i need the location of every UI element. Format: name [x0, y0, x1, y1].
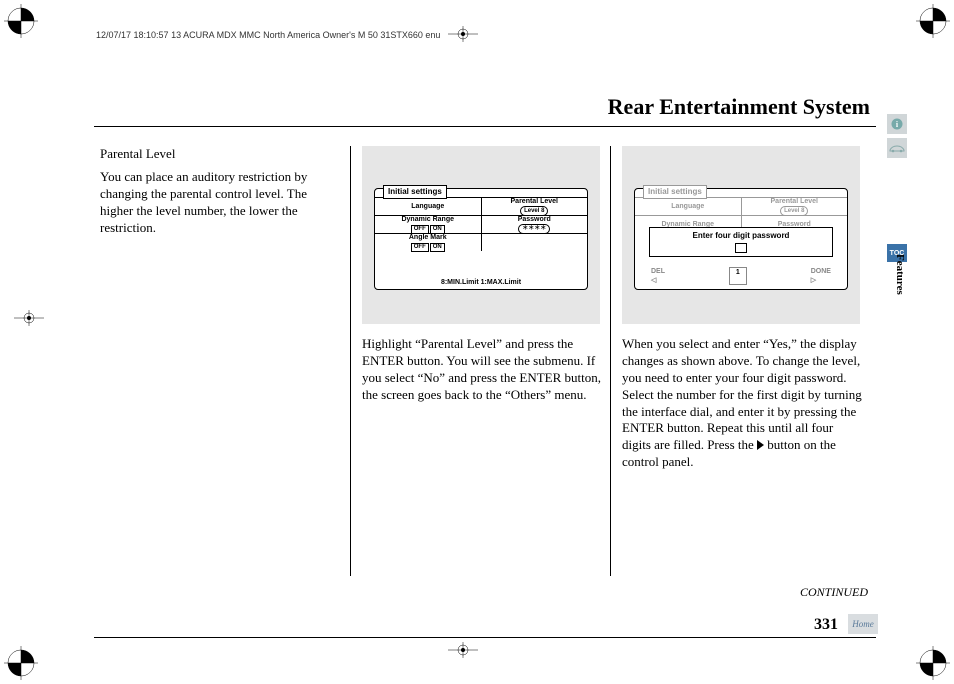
toggle: OFFON: [411, 225, 445, 234]
section-label: Features: [894, 254, 906, 295]
home-tab[interactable]: Home: [848, 614, 878, 634]
parental-level-body: You can place an auditory restriction by…: [100, 169, 340, 237]
print-header: 12/07/17 18:10:57 13 ACURA MDX MMC North…: [96, 30, 440, 40]
cell-parental-label: Parental Level: [771, 197, 818, 206]
column-1: Parental Level You can place an auditory…: [100, 146, 340, 236]
footer-rule: [94, 637, 876, 638]
del-label: DEL◁: [651, 267, 665, 285]
crop-mark-icon: [4, 4, 38, 38]
crop-mark-icon: [916, 4, 950, 38]
cell-language: Language: [635, 198, 742, 215]
column-3: Initial settings Language Parental Level…: [622, 146, 862, 471]
col2-body: Highlight “Parental Level” and press the…: [362, 336, 602, 404]
figure-password-entry: Initial settings Language Parental Level…: [622, 146, 860, 324]
title-rule: [94, 126, 876, 127]
registration-mark-icon: [14, 310, 44, 326]
cell-angle-label: Angle Mark: [409, 233, 447, 242]
page-title: Rear Entertainment System: [608, 94, 870, 120]
cell-dynamic: Dynamic Range OFFON: [375, 216, 482, 233]
col3-body: When you select and enter “Yes,” the dis…: [622, 336, 862, 471]
digit-box: [735, 243, 747, 253]
side-tabs: i TOC: [886, 114, 908, 262]
column-divider: [610, 146, 611, 576]
cell-language: Language: [375, 198, 482, 215]
screen-footer: 8:MIN.Limit 1:MAX.Limit: [375, 278, 587, 287]
num-1: 1: [729, 267, 747, 285]
cell-parental-label: Parental Level: [511, 197, 558, 206]
cell-parental: Parental Level Level 8: [742, 198, 848, 215]
page-number: 331: [814, 616, 838, 634]
cell-dynamic-label: Dynamic Range: [401, 215, 454, 224]
registration-mark-icon: [448, 642, 478, 658]
toggle: OFFON: [411, 243, 445, 252]
play-icon: [757, 440, 764, 450]
stars-pill: ＊＊＊＊: [518, 224, 550, 234]
screen-header: Initial settings: [643, 185, 707, 199]
parental-level-heading: Parental Level: [100, 146, 340, 163]
car-tab-icon[interactable]: [887, 138, 907, 158]
cell-password-label: Password: [518, 215, 551, 224]
crop-mark-icon: [4, 646, 38, 680]
cell-empty: [482, 234, 588, 251]
continued-label: CONTINUED: [800, 585, 868, 600]
col3-body-a: When you select and enter “Yes,” the dis…: [622, 336, 862, 452]
overlay-title: Enter four digit password: [693, 231, 790, 240]
level-pill: Level 8: [780, 206, 808, 216]
cell-angle: Angle Mark OFFON: [375, 234, 482, 251]
info-tab-icon[interactable]: i: [887, 114, 907, 134]
column-2: Initial settings Language Parental Level…: [362, 146, 602, 404]
cell-password: Password ＊＊＊＊: [482, 216, 588, 233]
figure-initial-settings: Initial settings Language Parental Level…: [362, 146, 600, 324]
column-divider: [350, 146, 351, 576]
done-label: DONE▷: [811, 267, 831, 285]
password-overlay: Enter four digit password: [649, 227, 833, 257]
cell-parental: Parental Level Level 8: [482, 198, 588, 215]
crop-mark-icon: [916, 646, 950, 680]
registration-mark-icon: [448, 26, 478, 42]
screen-header: Initial settings: [383, 185, 447, 199]
